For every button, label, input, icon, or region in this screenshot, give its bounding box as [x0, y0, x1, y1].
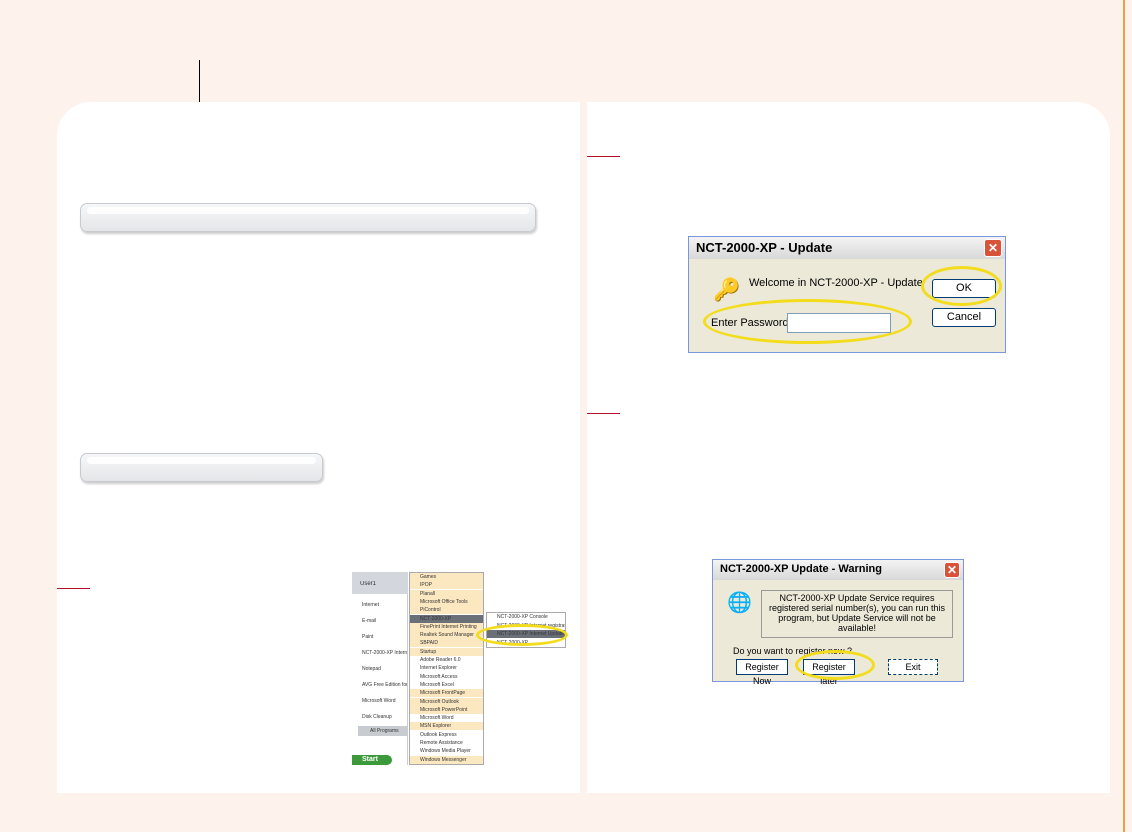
program-item[interactable]: Microsoft Excel — [410, 680, 483, 689]
highlight-ring-register-later — [795, 650, 875, 680]
submenu-item[interactable]: NCT-2000-XP Console — [487, 613, 565, 621]
dialog-title: NCT-2000-XP Update - Warning — [720, 563, 882, 575]
close-button[interactable]: ✕ — [984, 239, 1002, 257]
pinned-item[interactable]: NCT-2000-XP Internet registration — [352, 646, 407, 660]
program-item[interactable]: Microsoft Office Tools — [410, 597, 483, 606]
program-item[interactable]: Microsoft Outlook — [410, 697, 483, 706]
highlight-ring-internet-update — [476, 624, 568, 646]
right-column — [587, 102, 1110, 793]
pinned-item[interactable]: Paint — [352, 630, 407, 644]
program-item[interactable]: Windows Messenger — [410, 755, 483, 764]
highlight-ring-password — [703, 299, 912, 344]
program-item[interactable]: FinePrint Internet Printing — [410, 622, 483, 631]
program-item[interactable]: Internet Explorer — [410, 664, 483, 673]
program-item[interactable]: Windows Media Player — [410, 747, 483, 756]
program-item[interactable]: Microsoft FrontPage — [410, 689, 483, 698]
program-item[interactable]: Planall — [410, 589, 483, 598]
pinned-item[interactable]: Internet — [352, 598, 407, 612]
exit-button[interactable]: Exit — [888, 659, 938, 675]
start-button[interactable]: Start — [352, 755, 392, 765]
programs-menu: Games IPOP Planall Microsoft Office Tools Pi… — [409, 572, 484, 765]
welcome-text: Welcome in NCT-2000-XP - Update — [749, 277, 923, 289]
program-item[interactable]: Microsoft Word — [410, 714, 483, 723]
step-marker — [587, 413, 620, 414]
all-programs-label: All Programs — [370, 728, 399, 734]
header-divider — [199, 60, 200, 102]
program-item[interactable]: Adobe Reader 6.0 — [410, 656, 483, 664]
dialog-titlebar: NCT-2000-XP - Update ✕ — [689, 237, 1005, 259]
network-icon: 🌐 — [727, 592, 752, 614]
warning-message: NCT-2000-XP Update Service requires regi… — [761, 590, 953, 638]
program-item[interactable]: Outlook Express — [410, 730, 483, 739]
pinned-item[interactable]: AVG Free Edition for Windows — [352, 678, 407, 692]
user-header: User1 — [352, 572, 408, 594]
pinned-item[interactable]: Microsoft Word — [352, 694, 407, 708]
highlight-ring-ok — [921, 266, 1002, 306]
page-edge-line — [1123, 0, 1125, 832]
close-button[interactable]: ✕ — [944, 562, 960, 578]
step-marker — [587, 156, 620, 157]
user-name: User1 — [360, 581, 377, 587]
pinned-item[interactable]: Notepad — [352, 662, 407, 676]
program-item[interactable]: Microsoft Access — [410, 672, 483, 681]
all-programs-button[interactable]: All Programs — [358, 726, 408, 736]
start-menu-left: User1 Internet E-mail Paint NCT-2000-XP Int… — [352, 572, 408, 765]
program-item[interactable]: SBPAID — [410, 639, 483, 648]
step-marker — [57, 588, 90, 589]
program-item[interactable]: IPOP — [410, 581, 483, 590]
cancel-button[interactable]: Cancel — [932, 308, 996, 327]
program-item[interactable]: MSN Explorer — [410, 722, 483, 731]
program-item[interactable]: Games — [410, 573, 483, 581]
program-item[interactable]: Realtek Sound Manager — [410, 631, 483, 640]
pinned-item[interactable]: E-mail — [352, 614, 407, 628]
start-label: Start — [362, 756, 378, 763]
program-item[interactable]: Remote Assistance — [410, 739, 483, 747]
start-menu-screenshot: User1 Internet E-mail Paint NCT-2000-XP Int… — [352, 572, 567, 765]
keys-icon: 🔑 — [713, 277, 741, 302]
program-item[interactable]: NCT-2000-XP — [410, 614, 483, 623]
program-item[interactable]: PiControl — [410, 606, 483, 615]
dialog-titlebar: NCT-2000-XP Update - Warning ✕ — [713, 560, 963, 580]
register-now-button[interactable]: Register Now — [736, 659, 788, 686]
program-item[interactable]: Microsoft PowerPoint — [410, 705, 483, 714]
section-heading-bar-1 — [80, 203, 536, 232]
program-item[interactable]: Startup — [410, 647, 483, 656]
dialog-title: NCT-2000-XP - Update — [696, 240, 833, 255]
section-heading-bar-2 — [80, 453, 323, 482]
pinned-item[interactable]: Disk Cleanup — [352, 710, 407, 724]
